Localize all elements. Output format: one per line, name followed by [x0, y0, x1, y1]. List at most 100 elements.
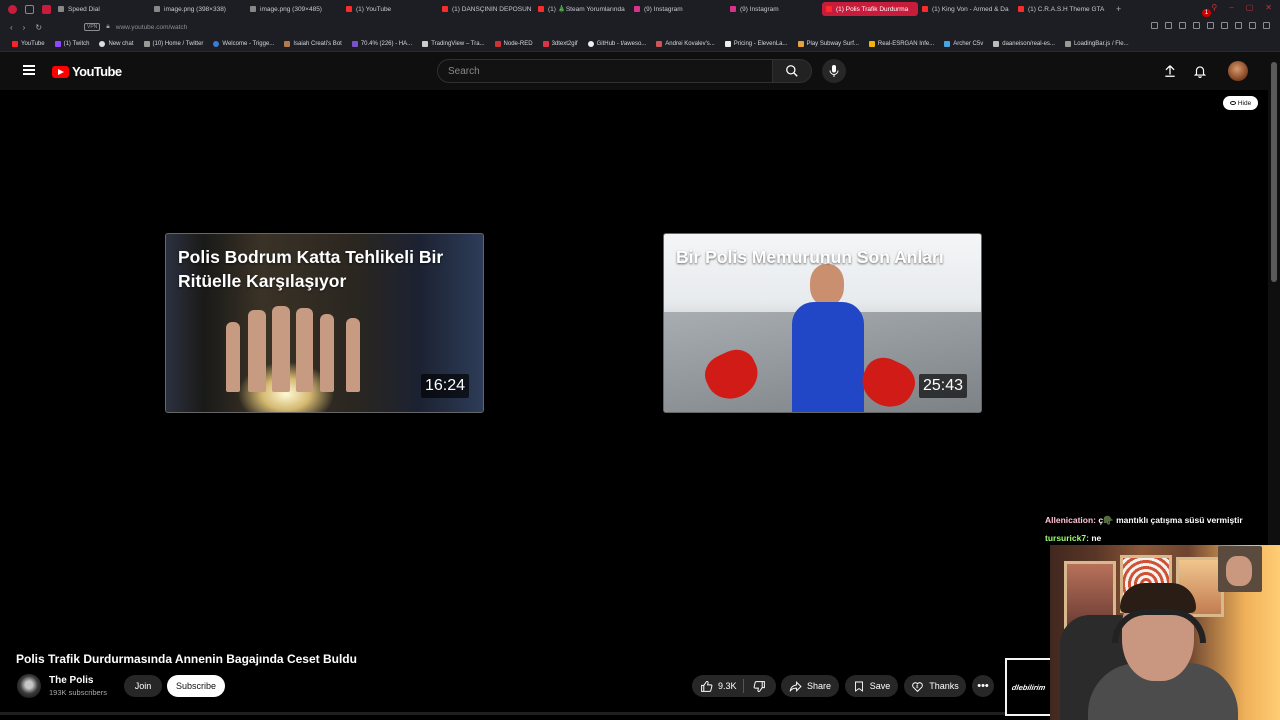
opera-menu-icon[interactable] — [8, 4, 17, 14]
search-tabs-icon[interactable]: ⚲ — [1211, 3, 1217, 12]
browser-tab[interactable]: (1) 🎄Steam Yorumlarında — [534, 2, 630, 16]
browser-tab[interactable]: (9) Instagram — [630, 2, 726, 16]
duration-badge: 25:43 — [918, 374, 967, 398]
download-icon[interactable] — [1249, 22, 1256, 29]
browser-menu-area — [0, 4, 54, 14]
browser-tab[interactable]: (1) DANSÇININ DEPOSUN — [438, 2, 534, 16]
youtube-icon — [12, 40, 18, 47]
window-controls: ⚲ – ▢ ✕ — [1211, 3, 1272, 12]
share-button[interactable]: Share — [781, 675, 839, 697]
dislike-button[interactable] — [750, 679, 768, 693]
join-label: Join — [134, 681, 152, 691]
browser-tab[interactable]: (1) C.R.A.S.H Theme GTA — [1014, 2, 1110, 16]
browser-tab-active[interactable]: (1) Polis Trafik Durdurma — [822, 2, 918, 16]
pinned-tab-icon[interactable] — [42, 4, 51, 14]
hide-end-screen-button[interactable]: Hide — [1223, 96, 1258, 110]
bookmark-label: GitHub - t/aweso... — [596, 40, 647, 47]
thanks-button[interactable]: $ Thanks — [904, 675, 966, 697]
github-icon — [587, 40, 594, 47]
minimize-icon[interactable]: – — [1229, 3, 1233, 12]
bookmark-item[interactable]: Play Subway Surf... — [797, 40, 869, 47]
tab-label: (1) 🎄Steam Yorumlarında — [548, 6, 625, 13]
forward-icon[interactable]: › — [23, 23, 26, 32]
browser-tab[interactable]: (1) YouTube — [342, 2, 438, 16]
more-actions-button[interactable]: ••• — [972, 675, 994, 697]
wallet-icon[interactable] — [1235, 22, 1242, 29]
bookmark-label: New chat — [108, 40, 134, 47]
bookmark-item[interactable]: Welcome - Trigge... — [213, 40, 284, 47]
maximize-icon[interactable]: ▢ — [1246, 3, 1254, 12]
bookmark-item[interactable]: 3dtext2gif — [542, 40, 588, 47]
close-icon[interactable]: ✕ — [1265, 3, 1272, 12]
end-screen-video-card[interactable]: Polis Bodrum Katta Tehlikeli Bir Ritüell… — [165, 233, 484, 413]
bookmark-item[interactable]: YouTube — [12, 40, 55, 47]
bookmark-item[interactable]: Node-RED — [494, 40, 543, 47]
account-avatar[interactable] — [1228, 61, 1248, 81]
tab-label: image.png (398×338) — [164, 5, 226, 13]
browser-tab[interactable]: image.png (398×338) — [150, 2, 246, 16]
bookmark-item[interactable]: Archer C5v — [944, 40, 993, 47]
bookmark-item[interactable]: GitHub - t/aweso... — [587, 40, 657, 47]
bookmark-item[interactable]: LoadingBar.js / Fle... — [1064, 40, 1139, 47]
save-button[interactable]: Save — [845, 675, 898, 697]
bookmark-label: YouTube — [21, 40, 45, 47]
player-icon[interactable] — [1221, 22, 1228, 29]
browser-tab[interactable]: (1) King Von - Armed & Da — [918, 2, 1014, 16]
vpn-icon[interactable]: VPN — [84, 23, 101, 31]
back-icon[interactable]: ‹ — [10, 23, 13, 32]
bookmark-item[interactable]: New chat — [99, 40, 143, 47]
youtube-logo[interactable]: YouTube — [52, 64, 122, 79]
bookmark-icon[interactable] — [1193, 22, 1200, 29]
bookmark-item[interactable]: daaneison/real-es... — [993, 40, 1065, 47]
bookmark-item[interactable]: (10) Home / Twitter — [143, 40, 214, 47]
more-icon: ••• — [977, 680, 989, 692]
voice-search-button[interactable] — [822, 59, 846, 83]
extensions-icon[interactable] — [1179, 22, 1186, 29]
grid-icon — [58, 6, 64, 12]
join-button[interactable]: Join — [124, 675, 162, 697]
snapshot-icon[interactable] — [1165, 22, 1172, 29]
scrollbar-thumb[interactable] — [1271, 62, 1277, 282]
browser-tab[interactable]: Speed Dial — [54, 2, 150, 16]
browser-tab[interactable]: image.png (309×485) — [246, 2, 342, 16]
zoom-icon[interactable] — [1151, 22, 1158, 29]
chatgpt-icon — [99, 40, 106, 47]
bookmark-item[interactable]: Pricing - ElevenLa... — [724, 40, 798, 47]
reload-icon[interactable]: ↻ — [35, 23, 42, 32]
person-icon — [656, 40, 663, 47]
channel-avatar[interactable] — [17, 674, 41, 698]
notifications-button[interactable] — [1192, 63, 1208, 79]
channel-name[interactable]: The Polis — [49, 675, 93, 686]
player-progress-bar[interactable] — [0, 712, 1050, 715]
bookmark-item[interactable]: (1) Twitch — [54, 40, 100, 47]
logo-text: YouTube — [72, 64, 122, 79]
lock-icon: 🔒︎ — [106, 23, 110, 30]
new-tab-icon[interactable]: + — [1110, 4, 1121, 14]
bookmark-item[interactable]: Andrei Kovalev's... — [656, 40, 725, 47]
upload-button[interactable] — [1162, 63, 1178, 79]
address-bar: ‹ › ↻ VPN 🔒︎ www.youtube.com/watch — [0, 18, 1280, 36]
infinity-icon — [868, 40, 875, 47]
heart-icon[interactable] — [1207, 22, 1214, 29]
browser-tab-bar: Speed Dial image.png (398×338) image.png… — [0, 0, 1280, 18]
bookmark-item[interactable]: TradingView – Tra... — [422, 40, 494, 47]
tab-label: (1) DANSÇININ DEPOSUN — [452, 5, 532, 13]
browser-tab[interactable]: (9) Instagram — [726, 2, 822, 16]
url-field[interactable]: www.youtube.com/watch — [116, 24, 188, 31]
search-input[interactable] — [448, 65, 748, 77]
bookmark-label: 70.4% (226) - HA... — [360, 40, 413, 47]
bookmark-item[interactable]: 70.4% (226) - HA... — [351, 40, 422, 47]
menu-icon[interactable] — [23, 65, 35, 75]
ai-icon[interactable] — [1263, 22, 1270, 29]
subscribe-button[interactable]: Subscribe — [167, 675, 225, 697]
youtube-header: YouTube — [0, 52, 1280, 90]
x-icon — [143, 40, 150, 47]
bookmark-item[interactable]: Real-ESRGAN Infe... — [868, 40, 944, 47]
end-screen-video-card[interactable]: Bir Polis Memurunun Son Anları 25:43 — [663, 233, 982, 413]
bookmark-item[interactable]: Isaiah Creati's Bot — [284, 40, 352, 47]
tab-overview-icon[interactable] — [25, 4, 34, 14]
file-icon — [250, 6, 256, 12]
router-icon — [944, 40, 951, 47]
search-button[interactable] — [772, 59, 812, 83]
save-label: Save — [869, 681, 891, 691]
